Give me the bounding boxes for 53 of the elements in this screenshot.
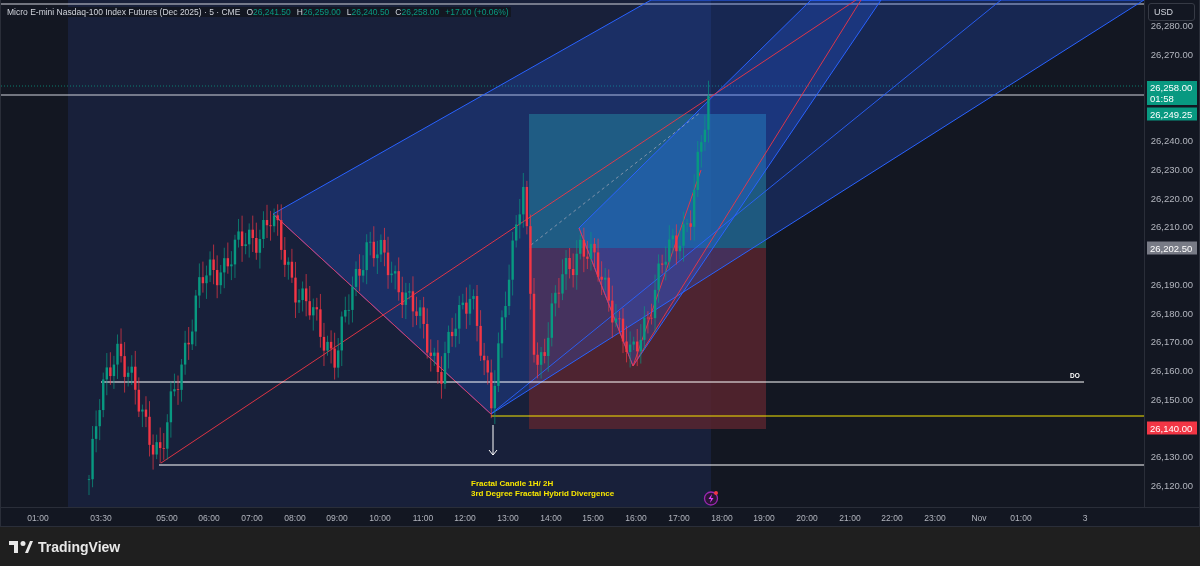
ohlc-value: O26,241.50	[246, 7, 291, 17]
price-label: 26,160.00	[1150, 364, 1193, 376]
time-label: 08:00	[284, 513, 306, 523]
price-label: 26,180.00	[1150, 307, 1193, 318]
ohlc-value: H26,259.00	[296, 7, 341, 17]
price-label: 26,120.00	[1150, 479, 1193, 491]
time-label: 14:00	[540, 513, 562, 523]
time-label: 01:00	[27, 513, 49, 523]
time-label: 23:00	[924, 513, 946, 523]
time-label: Nov	[971, 513, 987, 523]
price-change: +17.00 (+0.06%)	[445, 7, 509, 17]
time-label: 21:00	[839, 513, 861, 523]
price-label: 26,220.00	[1150, 192, 1193, 203]
price-badge: 26,140.00	[1147, 421, 1197, 435]
time-label: 05:00	[156, 513, 178, 523]
time-label: 16:00	[625, 513, 647, 523]
price-label: 26,270.00	[1150, 48, 1193, 60]
price-badge: 26,258.00 01:58	[1147, 81, 1197, 105]
price-label: 26,150.00	[1150, 393, 1193, 405]
time-label: 3	[1082, 513, 1088, 523]
time-label: 13:00	[497, 513, 519, 523]
price-badge: 26,202.50	[1147, 241, 1197, 255]
time-label: 22:00	[881, 513, 903, 523]
price-label: 26,190.00	[1150, 278, 1193, 290]
time-label: 15:00	[582, 513, 604, 523]
price-label: 26,240.00	[1150, 134, 1193, 146]
chart-note: Fractal Candle 1H/ 2H 3rd Degree Fractal Hybrid Divergence	[471, 479, 615, 498]
ohlc-value: C26,258.00	[395, 7, 440, 17]
down-arrow-icon	[488, 424, 498, 456]
time-label: 11:00	[412, 513, 434, 523]
brand-name: TradingView	[38, 538, 121, 555]
currency-button[interactable]: USD	[1148, 3, 1195, 21]
price-label: 26,130.00	[1150, 450, 1193, 462]
price-label: 26,280.00	[1150, 19, 1193, 31]
time-label: 01:00	[1010, 513, 1032, 523]
price-label: 26,170.00	[1150, 335, 1193, 347]
symbol-title: Micro E-mini Nasdaq-100 Index Futures (Dec 2025) · 5 · CME	[7, 7, 241, 17]
ohlc-value: L26,240.50	[346, 7, 390, 17]
price-badge: 26,249.25	[1147, 107, 1197, 121]
lightning-icon[interactable]	[703, 490, 719, 506]
time-label: 10:00	[369, 513, 391, 523]
time-label: 17:00	[668, 513, 690, 523]
price-label: 26,230.00	[1150, 163, 1193, 175]
price-label: 26,210.00	[1150, 220, 1193, 232]
logo-icon	[9, 540, 33, 553]
time-label: 20:00	[796, 513, 818, 523]
time-label: 03:30	[90, 513, 112, 523]
time-label: 19:00	[753, 513, 775, 523]
time-label: 09:00	[326, 513, 348, 523]
time-label: 12:00	[454, 513, 476, 523]
time-label: 18:00	[711, 513, 733, 523]
time-label: 06:00	[198, 513, 220, 523]
time-label: 07:00	[241, 513, 263, 523]
